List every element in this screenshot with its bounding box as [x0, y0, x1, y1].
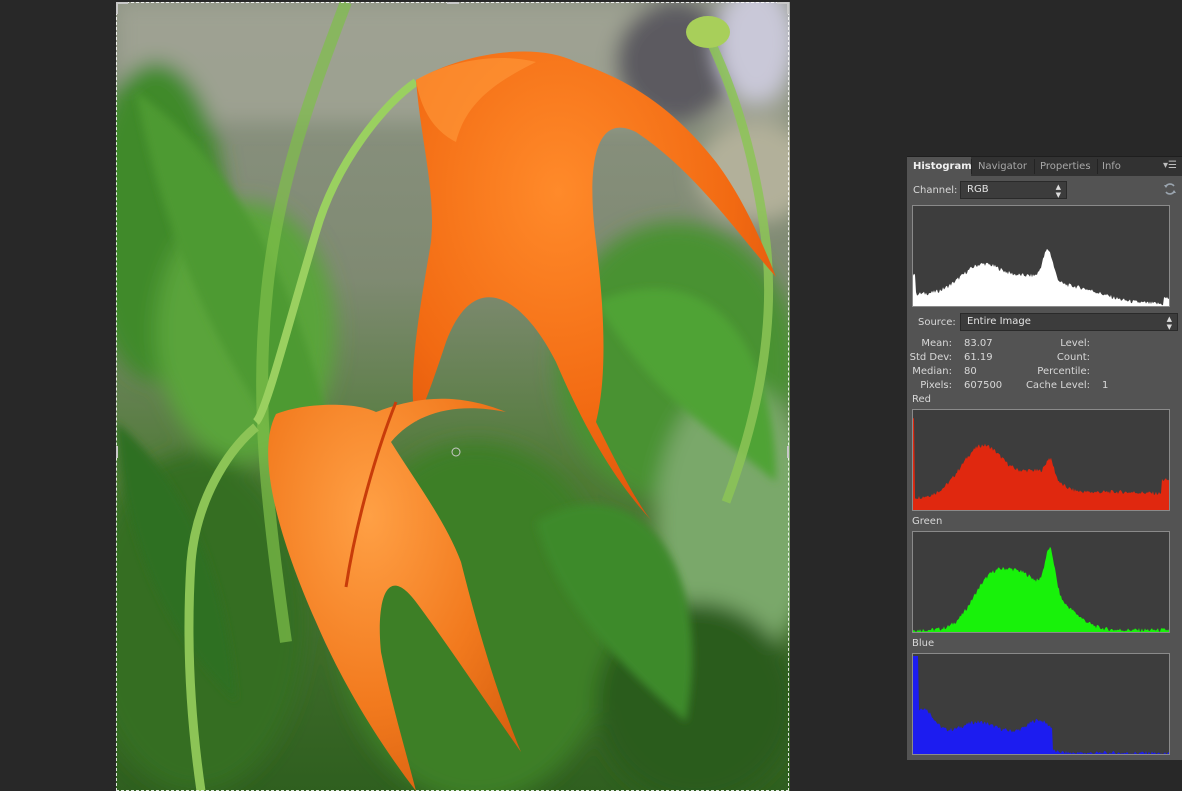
channel-select[interactable]: RGB ▲ ▼	[960, 181, 1067, 199]
source-value: Entire Image	[967, 316, 1031, 327]
select-arrows-icon: ▲ ▼	[1166, 315, 1172, 331]
histogram-area	[913, 417, 1169, 510]
transform-handle-top[interactable]	[447, 2, 459, 4]
green-histogram	[912, 531, 1170, 633]
select-arrows-icon: ▲ ▼	[1055, 183, 1061, 199]
panel-menu-icon[interactable]: ▾☰	[1163, 160, 1177, 171]
transform-handle-right[interactable]	[787, 446, 789, 458]
transform-handle-left[interactable]	[116, 446, 118, 458]
refresh-icon[interactable]	[1163, 182, 1177, 196]
red-channel-label: Red	[912, 394, 931, 405]
pixels-label: Pixels:	[920, 380, 952, 391]
histogram-panel: Histogram Navigator Properties Info ▾☰ C…	[907, 156, 1182, 760]
tab-info[interactable]: Info	[1096, 157, 1127, 176]
tab-histogram[interactable]: Histogram	[907, 157, 972, 176]
green-channel-label: Green	[912, 516, 943, 527]
red-histogram-plot	[913, 417, 1169, 510]
channel-value: RGB	[967, 184, 989, 195]
blue-histogram	[912, 653, 1170, 755]
source-label: Source:	[918, 317, 956, 328]
green-histogram-plot	[913, 546, 1169, 632]
transform-handle-top-right[interactable]	[787, 2, 789, 14]
channel-label: Channel:	[913, 185, 958, 196]
orchid-photo	[116, 2, 790, 791]
blue-histogram-plot	[913, 656, 1169, 754]
source-select[interactable]: Entire Image ▲ ▼	[960, 313, 1178, 331]
blue-channel-label: Blue	[912, 638, 935, 649]
red-histogram	[912, 409, 1170, 511]
pixels-value: 607500	[964, 380, 1003, 391]
tab-properties[interactable]: Properties	[1034, 157, 1097, 176]
composite-histogram	[912, 205, 1170, 307]
median-value: 80	[964, 366, 977, 377]
tab-navigator[interactable]: Navigator	[972, 157, 1033, 176]
stddev-value: 61.19	[964, 352, 993, 363]
count-label: Count:	[1056, 352, 1090, 363]
mean-value: 83.07	[964, 338, 993, 349]
median-label: Median:	[912, 366, 952, 377]
document-canvas[interactable]	[116, 2, 790, 791]
histogram-area	[913, 656, 1169, 754]
cache-level-label: Cache Level:	[1025, 380, 1090, 391]
histogram-area	[913, 546, 1169, 632]
mean-label: Mean:	[921, 338, 952, 349]
level-label: Level:	[1060, 338, 1090, 349]
transform-handle-top-left[interactable]	[116, 2, 118, 14]
panel-tab-bar: Histogram Navigator Properties Info ▾☰	[907, 157, 1182, 176]
stddev-label: Std Dev:	[909, 352, 952, 363]
cache-level-value: 1	[1102, 380, 1109, 391]
composite-histogram-plot	[913, 248, 1169, 306]
percentile-label: Percentile:	[1037, 366, 1090, 377]
histogram-area	[913, 248, 1169, 306]
